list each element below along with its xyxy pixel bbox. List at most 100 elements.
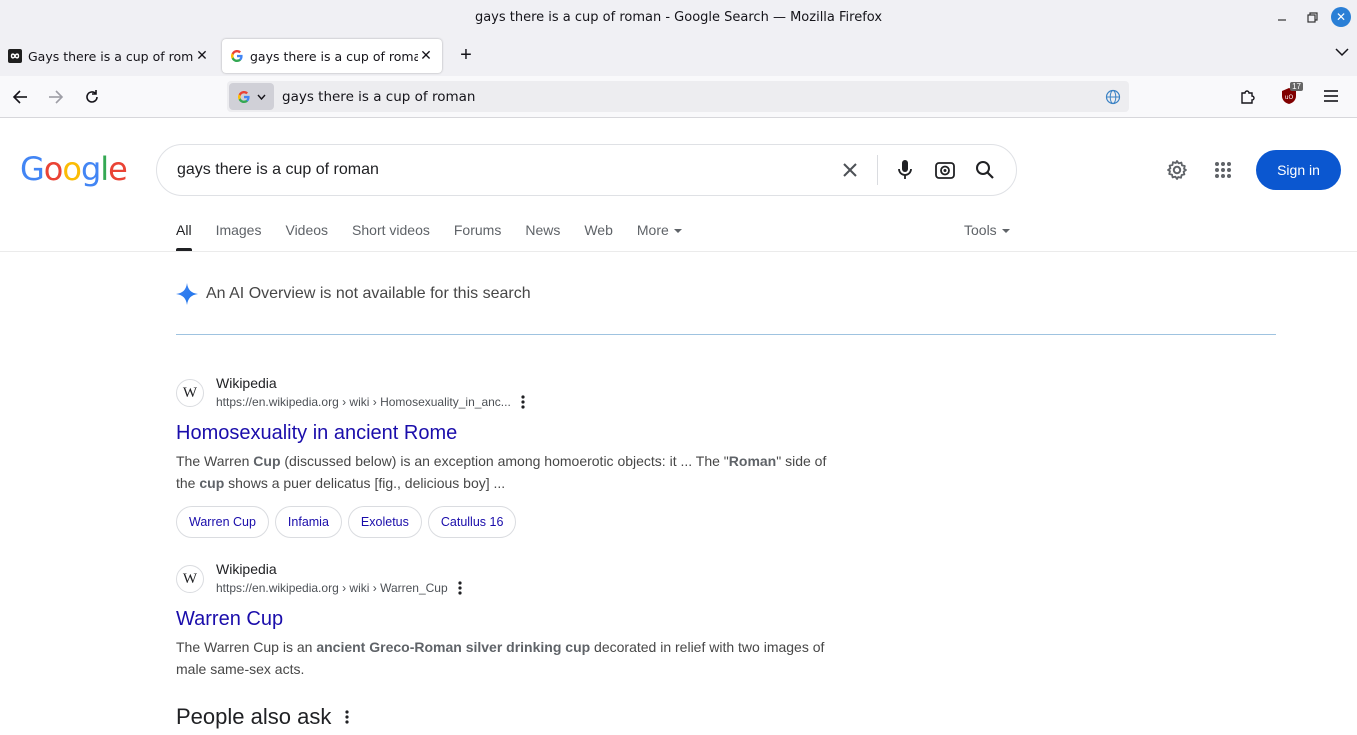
google-logo-letter: l <box>100 150 109 188</box>
chip-catullus-16[interactable]: Catullus 16 <box>427 506 517 538</box>
close-window-icon[interactable]: ✕ <box>1331 7 1351 27</box>
chip-warren-cup[interactable]: Warren Cup <box>176 506 269 538</box>
related-chips: Warren Cup Infamia Exoletus Catullus 16 <box>176 506 836 538</box>
people-also-ask-header: People also ask <box>176 704 349 730</box>
tools-button[interactable]: Tools <box>964 222 1010 238</box>
result-source[interactable]: W Wikipedia https://en.wikipedia.org › w… <box>176 374 836 412</box>
restore-icon[interactable] <box>1301 6 1323 28</box>
microphone-icon[interactable] <box>890 155 920 185</box>
reload-icon[interactable] <box>74 81 110 113</box>
snippet-highlight: ancient Greco-Roman silver drinking cup <box>316 639 591 655</box>
result-url-row: https://en.wikipedia.org › wiki › Homose… <box>216 392 525 412</box>
result-site-name: Wikipedia <box>216 375 277 391</box>
snippet-highlight: cup <box>199 475 225 491</box>
tab-more[interactable]: More <box>637 222 682 251</box>
tab-images[interactable]: Images <box>216 222 262 251</box>
people-also-ask-heading: People also ask <box>176 704 332 729</box>
url-text[interactable]: gays there is a cup of roman <box>282 89 1105 105</box>
snippet-text: The Warren Cup is an <box>176 639 317 655</box>
tab-news[interactable]: News <box>525 222 560 251</box>
snippet-highlight: Roman <box>728 453 777 469</box>
camera-lens-icon[interactable] <box>930 155 960 185</box>
result-title-link[interactable]: Homosexuality in ancient Rome <box>176 420 836 446</box>
search-engine-button[interactable] <box>229 83 274 110</box>
globe-icon[interactable] <box>1105 89 1121 105</box>
header-actions: Sign in <box>1160 150 1341 190</box>
result-snippet: The Warren Cup (discussed below) is an e… <box>176 450 836 494</box>
tab-web[interactable]: Web <box>584 222 613 251</box>
forward-icon[interactable] <box>38 81 74 113</box>
result-url: https://en.wikipedia.org › wiki › Homose… <box>216 395 511 409</box>
google-g-icon <box>238 90 250 103</box>
tab-videos[interactable]: Videos <box>285 222 328 251</box>
search-box-divider <box>877 155 878 185</box>
result-url: https://en.wikipedia.org › wiki › Warren… <box>216 581 448 595</box>
chevron-down-icon <box>257 94 266 100</box>
search-type-tabs: All Images Videos Short videos Forums Ne… <box>176 222 682 251</box>
google-g-icon <box>231 50 243 62</box>
svg-text:uO: uO <box>1285 94 1294 101</box>
caret-down-icon <box>1001 229 1010 234</box>
tab-all[interactable]: All <box>176 222 192 251</box>
wikipedia-w-icon: W <box>176 565 204 593</box>
chip-infamia[interactable]: Infamia <box>274 506 342 538</box>
settings-gear-icon[interactable] <box>1160 150 1194 190</box>
infinity-icon <box>8 49 22 63</box>
extension-badge: 17 <box>1290 82 1303 91</box>
search-input[interactable]: gays there is a cup of roman <box>177 161 835 179</box>
tab-close-icon[interactable]: ✕ <box>418 48 434 64</box>
ai-overview-notice: An AI Overview is not available for this… <box>176 283 531 305</box>
toolbar-right: uO 17 <box>1229 80 1349 112</box>
ublock-shield-icon[interactable]: uO 17 <box>1271 80 1307 112</box>
apps-grid-icon[interactable] <box>1206 150 1240 190</box>
google-logo-letter: o <box>62 150 82 188</box>
tab-forums[interactable]: Forums <box>454 222 501 251</box>
result-source[interactable]: W Wikipedia https://en.wikipedia.org › w… <box>176 560 836 598</box>
url-bar[interactable]: gays there is a cup of roman <box>227 81 1129 112</box>
tab-more-label: More <box>636 222 669 238</box>
google-logo-letter: o <box>43 150 64 188</box>
google-logo[interactable]: Google <box>20 150 128 188</box>
snippet-highlight: Cup <box>253 453 281 469</box>
snippet-text: The Warren <box>176 453 254 469</box>
snippet-text: (discussed below) is an exception among … <box>280 453 729 469</box>
search-box[interactable]: gays there is a cup of roman <box>156 144 1017 196</box>
tab-close-icon[interactable]: ✕ <box>194 48 210 64</box>
chip-exoletus[interactable]: Exoletus <box>347 506 422 538</box>
back-icon[interactable] <box>2 81 38 113</box>
tab-short-videos[interactable]: Short videos <box>352 222 430 251</box>
window-controls: ✕ <box>1271 6 1351 28</box>
tab-active[interactable]: gays there is a cup of roman ✕ <box>222 39 442 73</box>
more-vert-icon[interactable] <box>458 581 462 595</box>
result-title-link[interactable]: Warren Cup <box>176 606 836 632</box>
clear-icon[interactable] <box>835 155 865 185</box>
tools-label: Tools <box>964 222 997 238</box>
window-title: gays there is a cup of roman - Google Se… <box>474 9 883 25</box>
snippet-text: shows a puer delicatus [fig., delicious … <box>224 475 506 491</box>
extensions-puzzle-icon[interactable] <box>1229 80 1265 112</box>
result-site-name: Wikipedia <box>216 561 277 577</box>
more-vert-icon[interactable] <box>345 710 349 724</box>
google-logo-letter: G <box>20 150 45 188</box>
more-vert-icon[interactable] <box>521 395 525 409</box>
google-logo-letter: g <box>80 150 101 188</box>
minimize-icon[interactable] <box>1271 6 1293 28</box>
search-result: W Wikipedia https://en.wikipedia.org › w… <box>176 374 836 538</box>
sign-in-button[interactable]: Sign in <box>1256 150 1341 190</box>
result-url-row: https://en.wikipedia.org › wiki › Warren… <box>216 578 462 598</box>
result-snippet: The Warren Cup is an ancient Greco-Roman… <box>176 636 836 680</box>
window-titlebar: gays there is a cup of roman - Google Se… <box>0 0 1357 34</box>
hamburger-menu-icon[interactable] <box>1313 80 1349 112</box>
search-box-actions <box>835 155 1000 185</box>
tab-label: gays there is a cup of roman <box>250 48 418 64</box>
new-tab-button[interactable]: + <box>450 39 482 71</box>
tab-inactive[interactable]: Gays there is a cup of roman ✕ <box>0 39 218 73</box>
wikipedia-w-icon: W <box>176 379 204 407</box>
tab-label: Gays there is a cup of roman <box>28 48 194 64</box>
caret-down-icon <box>673 229 682 234</box>
search-icon[interactable] <box>970 155 1000 185</box>
chevron-down-icon[interactable] <box>1335 44 1349 60</box>
tabs-divider <box>0 251 1357 252</box>
navigation-toolbar: gays there is a cup of roman uO 17 <box>0 76 1357 118</box>
google-logo-letter: e <box>108 150 128 188</box>
